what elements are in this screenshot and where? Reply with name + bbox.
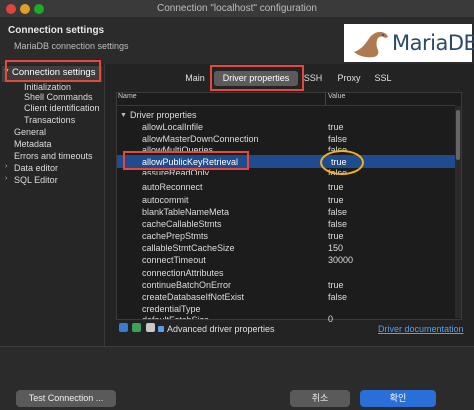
sidebar-item-data-editor[interactable]: Data editor: [14, 163, 58, 173]
table-group-label[interactable]: Driver properties: [130, 110, 197, 120]
tab-ssh[interactable]: SSH: [301, 71, 325, 86]
page-title: Connection settings: [8, 25, 105, 36]
advanced-properties-icon[interactable]: [119, 323, 128, 332]
table-row-name[interactable]: continueBatchOnError: [142, 280, 231, 290]
page-subtitle: MariaDB connection settings: [14, 41, 129, 51]
column-header-value[interactable]: Value: [328, 93, 345, 105]
chevron-right-icon[interactable]: ›: [5, 175, 7, 182]
table-row-name[interactable]: credentialType: [142, 304, 201, 314]
sidebar-item-errors-and-timeouts[interactable]: Errors and timeouts: [14, 151, 93, 161]
table-row-name[interactable]: connectionAttributes: [142, 268, 224, 278]
mariadb-logo: MariaDB: [344, 24, 474, 62]
sidebar-item-sql-editor[interactable]: SQL Editor: [14, 175, 58, 185]
table-row-name[interactable]: connectTimeout: [142, 255, 206, 265]
header-divider: [117, 105, 455, 106]
tab-ssl[interactable]: SSL: [371, 71, 395, 86]
table-row-name[interactable]: createDatabaseIfNotExist: [142, 292, 244, 302]
chevron-right-icon[interactable]: ›: [5, 163, 7, 170]
ok-button[interactable]: 확인: [360, 390, 436, 407]
column-header-name[interactable]: Name: [118, 93, 137, 105]
checkbox-icon[interactable]: [158, 326, 164, 332]
window-title: Connection "localhost" configuration: [157, 3, 317, 14]
chevron-down-icon[interactable]: ▼: [120, 112, 127, 119]
sidebar-item-client-identification[interactable]: Client identification: [24, 103, 100, 113]
logo-text: MariaDB: [392, 31, 474, 55]
table-row-value[interactable]: 150: [328, 243, 343, 253]
driver-properties-highlight-box: [210, 65, 304, 91]
table-row-name[interactable]: autoReconnect: [142, 182, 203, 192]
table-row-value[interactable]: true: [328, 182, 344, 192]
table-row-value[interactable]: true: [328, 195, 344, 205]
cancel-button[interactable]: 취소: [290, 390, 350, 407]
table-scrollbar-thumb[interactable]: [456, 110, 460, 160]
sidebar-item-initialization[interactable]: Initialization: [24, 82, 71, 92]
table-row-name[interactable]: cacheCallableStmts: [142, 219, 222, 229]
test-connection-button[interactable]: Test Connection ...: [16, 390, 116, 407]
sidebar-item-metadata[interactable]: Metadata: [14, 139, 52, 149]
sidebar-item-shell-commands[interactable]: Shell Commands: [24, 92, 93, 102]
window-titlebar: Connection "localhost" configuration: [0, 0, 474, 18]
table-row-name[interactable]: autocommit: [142, 195, 189, 205]
sea-lion-icon: [354, 32, 388, 58]
table-row-name[interactable]: allowLocalInfile: [142, 122, 203, 132]
table-row-value[interactable]: true: [328, 231, 344, 241]
table-row-value[interactable]: 30000: [328, 255, 353, 265]
table-row-name[interactable]: defaultFetchSize: [142, 315, 209, 319]
table-row-name[interactable]: callableStmtCacheSize: [142, 243, 235, 253]
driver-documentation-link[interactable]: Driver documentation: [378, 324, 464, 334]
table-row-value[interactable]: 0: [328, 314, 333, 324]
value-highlight-circle: [320, 150, 364, 175]
table-row-value[interactable]: false: [328, 219, 347, 229]
advanced-driver-properties-label[interactable]: Advanced driver properties: [167, 324, 275, 334]
add-property-icon[interactable]: [132, 323, 141, 332]
allow-public-key-retrieval-highlight-box: [123, 151, 249, 170]
connection-settings-highlight-box: [5, 60, 101, 82]
table-row-name[interactable]: blankTableNameMeta: [142, 207, 229, 217]
table-row-name[interactable]: allowMasterDownConnection: [142, 134, 259, 144]
table-row-value[interactable]: true: [328, 122, 344, 132]
table-row-value[interactable]: false: [328, 207, 347, 217]
table-row-name[interactable]: cachePrepStmts: [142, 231, 208, 241]
table-row-value[interactable]: false: [328, 134, 347, 144]
sidebar-item-transactions[interactable]: Transactions: [24, 115, 75, 125]
tab-proxy[interactable]: Proxy: [335, 71, 363, 86]
table-row-value[interactable]: false: [328, 292, 347, 302]
remove-property-icon[interactable]: [146, 323, 155, 332]
column-divider: [325, 93, 326, 105]
sidebar-item-general[interactable]: General: [14, 127, 46, 137]
table-row-value[interactable]: true: [328, 280, 344, 290]
tab-main[interactable]: Main: [182, 71, 208, 86]
